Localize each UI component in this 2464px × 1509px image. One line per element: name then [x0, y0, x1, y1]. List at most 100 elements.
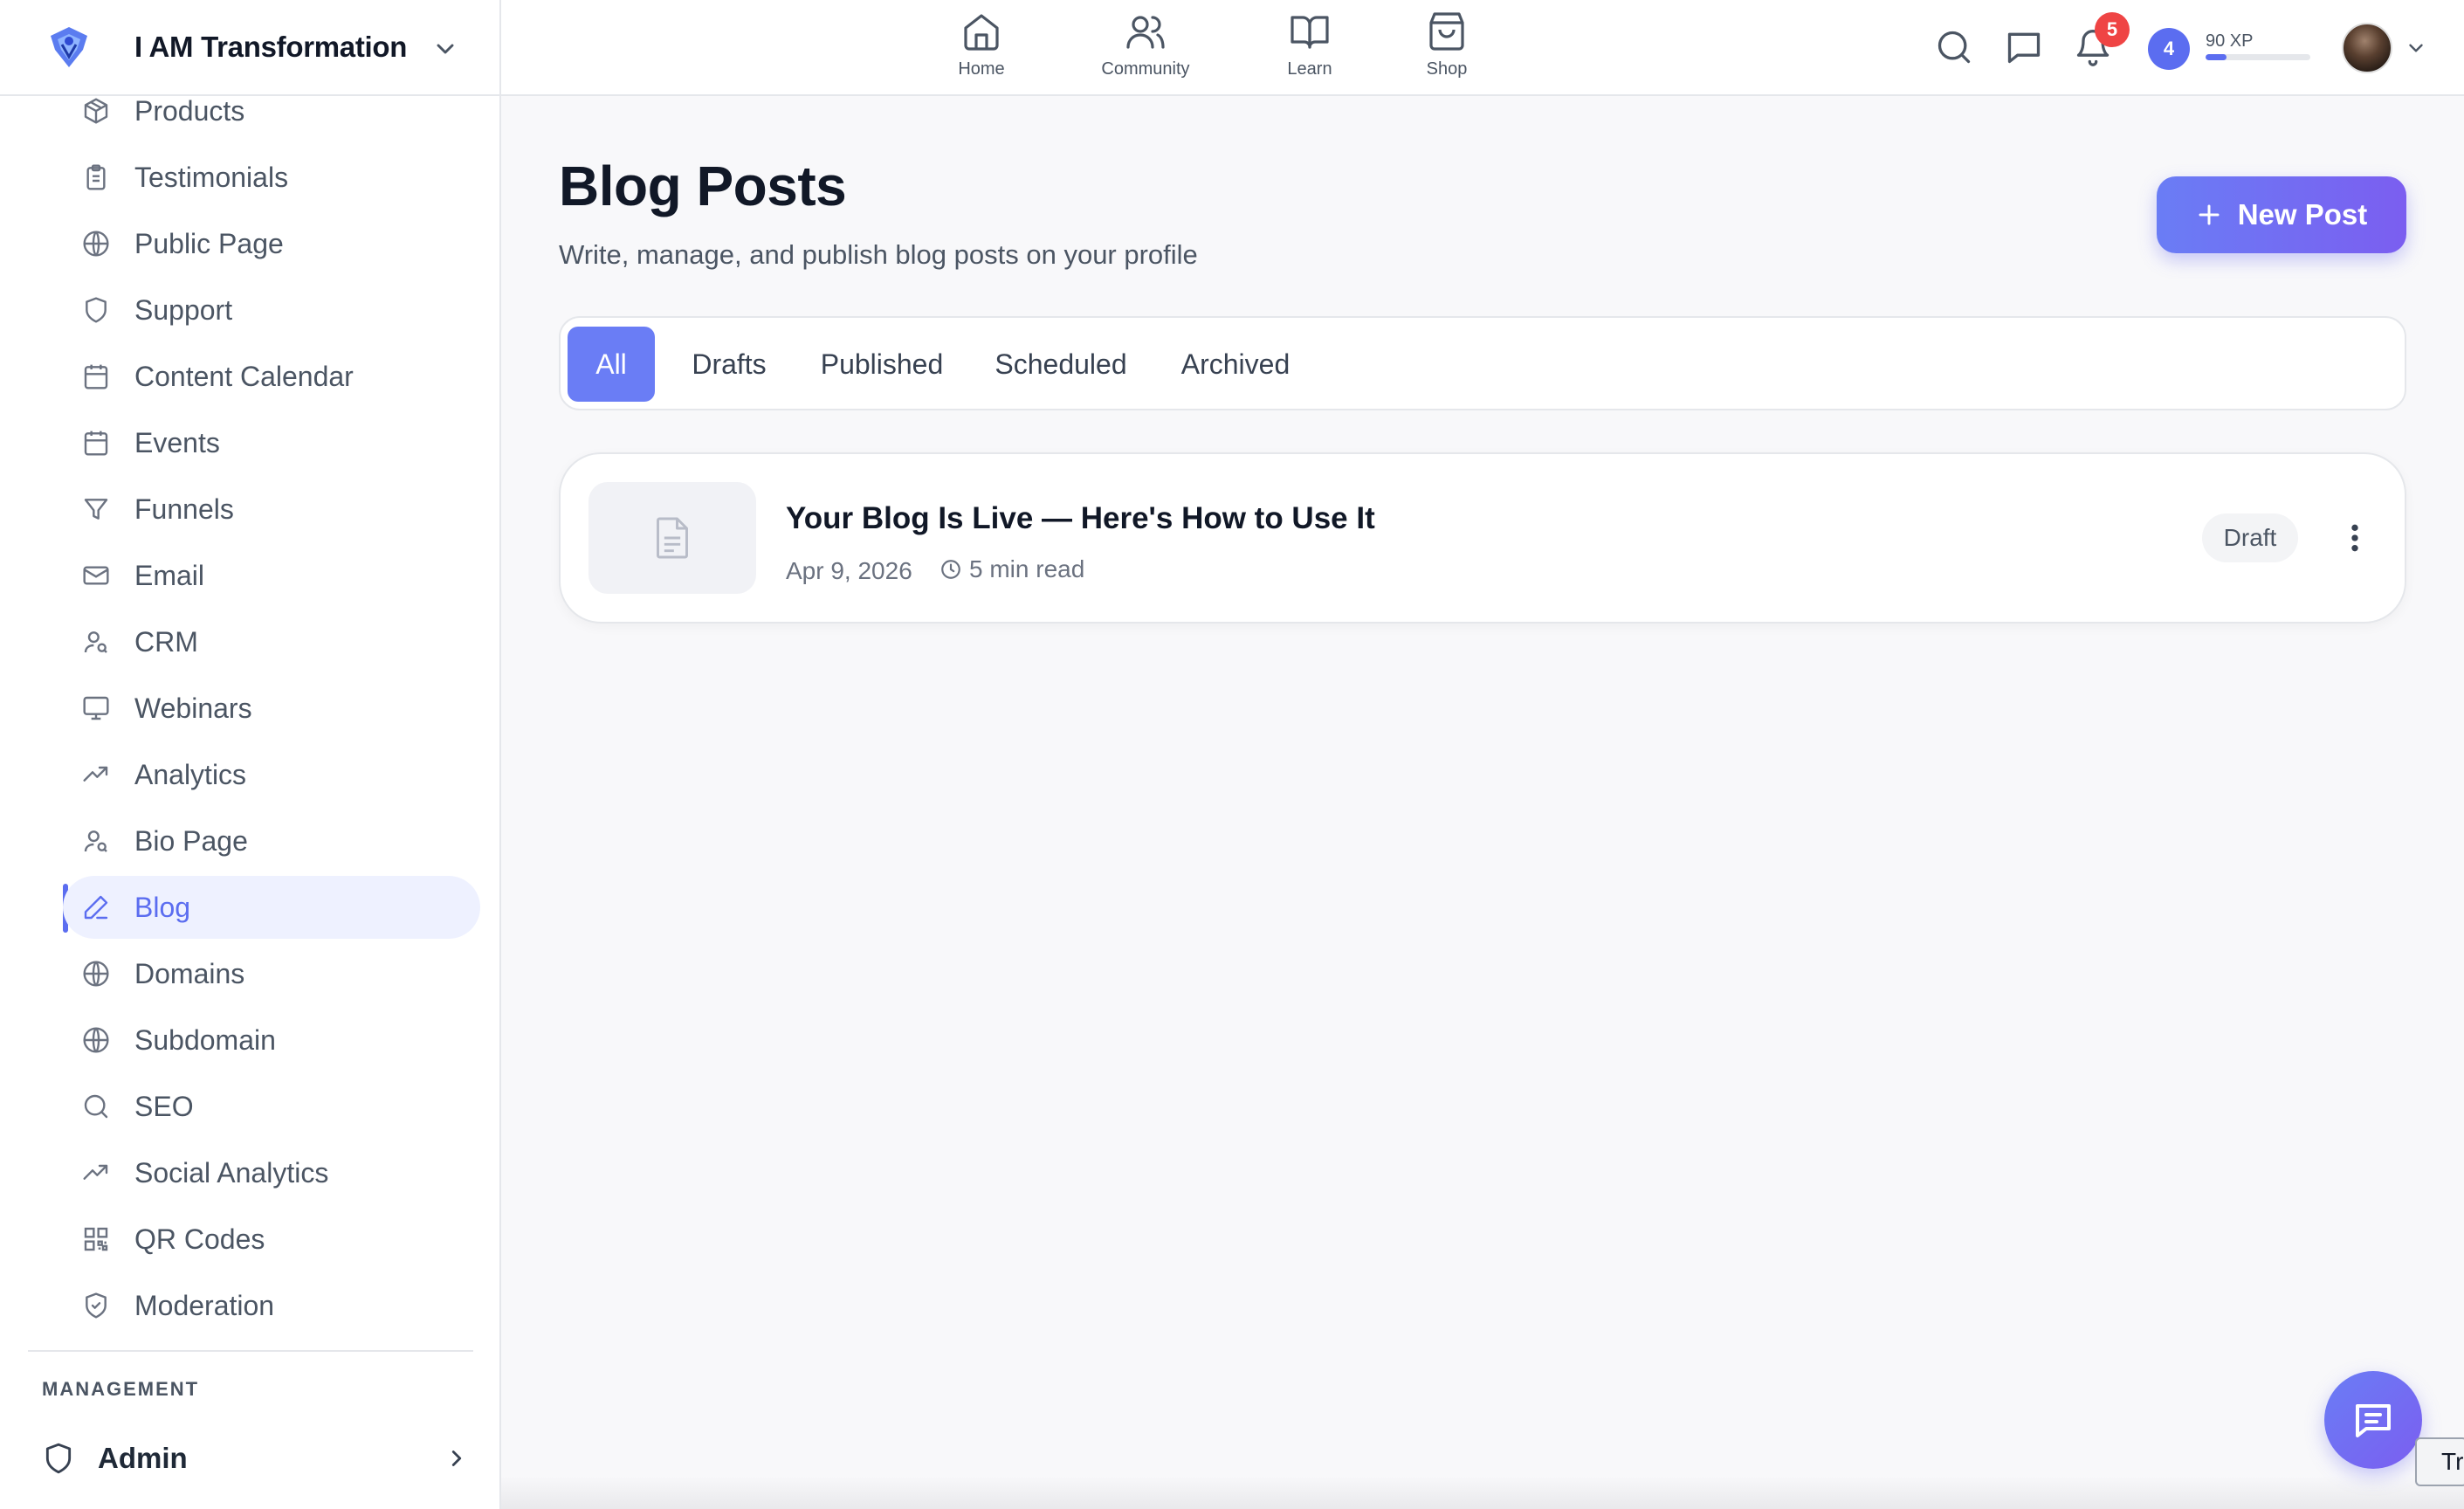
sidebar-item-crm[interactable]: CRM — [63, 610, 480, 673]
users-icon — [1126, 16, 1165, 49]
post-title[interactable]: Your Blog Is Live — Here's How to Use It — [786, 501, 1375, 536]
topnav-label: Community — [1101, 59, 1190, 79]
sidebar-item-label: CRM — [134, 625, 198, 658]
clipboard-icon — [86, 164, 106, 190]
sidebar-item-social-analytics[interactable]: Social Analytics — [63, 1141, 480, 1204]
sidebar-item-support[interactable]: Support — [63, 279, 480, 341]
bottom-fade — [501, 1476, 2464, 1509]
sidebar-item-label: Products — [134, 94, 245, 127]
sidebar-item-qr-codes[interactable]: QR Codes — [63, 1208, 480, 1271]
sidebar-item-label: Events — [134, 426, 220, 458]
shield-icon — [45, 1443, 72, 1474]
plus-icon — [2199, 204, 2220, 225]
globe-icon — [83, 961, 109, 987]
sidebar-item-label: Bio Page — [134, 824, 248, 857]
shield-check-icon — [86, 1292, 107, 1319]
status-badge: Draft — [2202, 513, 2298, 562]
sidebar-item-label: QR Codes — [134, 1223, 265, 1255]
status-tabs: All Drafts Published Scheduled Archived — [559, 316, 2406, 410]
tab-scheduled[interactable]: Scheduled — [978, 327, 1144, 402]
post-read-time: 5 min read — [939, 555, 1084, 583]
sidebar-item-admin[interactable]: Admin — [42, 1432, 470, 1485]
topnav-label: Learn — [1287, 59, 1332, 79]
sidebar-item-label: Content Calendar — [134, 360, 354, 392]
tab-all[interactable]: All — [568, 327, 655, 402]
sidebar-item-label: Domains — [134, 957, 245, 989]
box-icon — [84, 98, 108, 124]
qr-code-icon — [84, 1227, 108, 1251]
chat-fab-button[interactable] — [2324, 1371, 2422, 1469]
sidebar-item-email[interactable]: Email — [63, 544, 480, 607]
sidebar-item-label: Social Analytics — [134, 1156, 329, 1189]
trending-up-icon — [83, 766, 108, 782]
level-badge[interactable]: 4 — [2148, 28, 2190, 70]
topnav-label: Home — [958, 59, 1005, 79]
sidebar-item-label: Analytics — [134, 758, 247, 790]
read-time-label: 5 min read — [969, 555, 1085, 582]
sidebar-item-moderation[interactable]: Moderation — [63, 1274, 480, 1337]
sidebar-item-label: SEO — [134, 1090, 194, 1122]
sidebar-item-testimonials[interactable]: Testimonials — [63, 146, 480, 209]
post-date: Apr 9, 2026 — [786, 557, 912, 584]
sidebar-item-seo[interactable]: SEO — [63, 1075, 480, 1138]
topnav-shop[interactable]: Shop — [1377, 10, 1517, 86]
topnav-home[interactable]: Home — [912, 10, 1051, 86]
book-icon — [1291, 16, 1329, 49]
more-vertical-icon[interactable] — [2342, 520, 2368, 555]
tab-drafts[interactable]: Drafts — [672, 327, 786, 402]
home-icon — [964, 14, 999, 51]
sidebar-item-domains[interactable]: Domains — [63, 942, 480, 1005]
post-card[interactable]: Your Blog Is Live — Here's How to Use It… — [559, 452, 2406, 624]
mail-icon — [83, 566, 109, 585]
chevron-down-icon — [437, 44, 454, 54]
sidebar-item-label: Testimonials — [134, 161, 289, 193]
admin-label: Admin — [98, 1442, 188, 1474]
sidebar-item-analytics[interactable]: Analytics — [63, 743, 480, 806]
sidebar-divider — [28, 1350, 473, 1352]
app-root: I AM Transformation Products Testimonial… — [0, 0, 2464, 1509]
sidebar-item-subdomain[interactable]: Subdomain — [63, 1009, 480, 1071]
avatar[interactable] — [2342, 23, 2392, 73]
sidebar-item-label: Webinars — [134, 692, 252, 724]
new-post-button[interactable]: New Post — [2157, 176, 2406, 253]
topnav-community[interactable]: Community — [1076, 10, 1215, 86]
xp-progress-bar — [2206, 54, 2310, 60]
sidebar-item-label: Email — [134, 559, 205, 591]
page-subtitle: Write, manage, and publish blog posts on… — [559, 239, 1198, 270]
pen-icon — [84, 895, 108, 920]
calendar-icon — [84, 364, 108, 389]
sidebar-item-public-page[interactable]: Public Page — [63, 212, 480, 275]
file-text-icon — [657, 517, 688, 559]
new-post-label: New Post — [2237, 198, 2368, 231]
sidebar-item-content-calendar[interactable]: Content Calendar — [63, 345, 480, 408]
translate-chip[interactable]: Tr — [2415, 1437, 2464, 1486]
sidebar-item-bio-page[interactable]: Bio Page — [63, 810, 480, 872]
clock-icon — [941, 560, 960, 579]
sidebar-item-funnels[interactable]: Funnels — [63, 478, 480, 541]
workspace-name: I AM Transformation — [134, 31, 408, 63]
user-search-icon — [84, 830, 107, 852]
sidebar-item-label: Funnels — [134, 493, 234, 525]
sidebar-item-label: Moderation — [134, 1289, 275, 1321]
xp-progress-fill — [2206, 54, 2227, 60]
globe-icon — [83, 231, 109, 257]
tab-archived[interactable]: Archived — [1161, 327, 1310, 402]
sidebar-item-webinars[interactable]: Webinars — [63, 677, 480, 740]
message-square-icon[interactable] — [2005, 28, 2043, 66]
sidebar-item-blog[interactable]: Blog — [63, 876, 480, 939]
sidebar-item-events[interactable]: Events — [63, 411, 480, 474]
sidebar: I AM Transformation Products Testimonial… — [0, 0, 501, 1509]
tab-published[interactable]: Published — [803, 327, 960, 402]
sidebar-item-label: Support — [134, 293, 233, 326]
sidebar-item-label: Subdomain — [134, 1023, 276, 1056]
search-icon — [84, 1094, 108, 1119]
xp-label: 90 XP — [2206, 31, 2254, 51]
topnav-learn[interactable]: Learn — [1240, 10, 1380, 86]
sidebar-item-products[interactable]: Products — [63, 79, 480, 142]
search-icon[interactable] — [1935, 28, 1973, 66]
chevron-down-icon[interactable] — [2405, 37, 2427, 59]
management-section-label: MANAGEMENT — [42, 1378, 200, 1400]
chevron-right-icon — [451, 1450, 462, 1466]
shopping-bag-icon — [1429, 12, 1464, 51]
trending-up-icon — [83, 1164, 108, 1180]
